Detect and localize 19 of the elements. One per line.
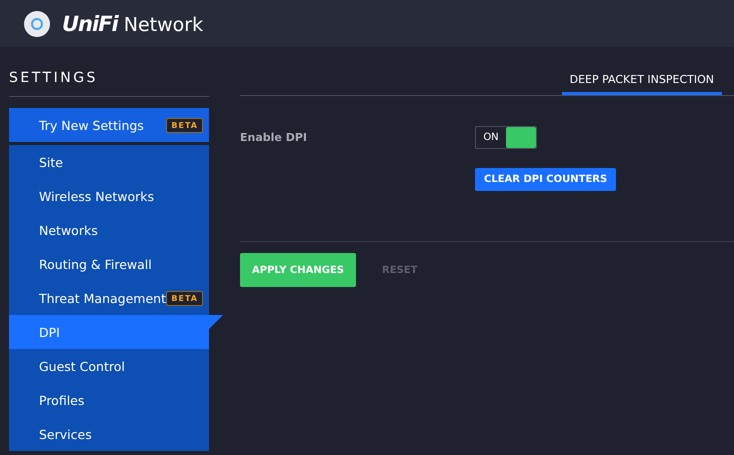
sidebar-item[interactable]: Threat Management BETA [9, 281, 209, 315]
sidebar-item[interactable]: Try New Settings BETA [9, 108, 209, 142]
sidebar-item[interactable]: Guest Control [9, 349, 209, 383]
selection-pointer [209, 315, 223, 329]
sidebar-item[interactable]: Routing & Firewall [9, 247, 209, 281]
toggle-switch[interactable]: ON [475, 126, 537, 149]
beta-badge: BETA [166, 118, 203, 132]
beta-badge: BETA [166, 290, 203, 306]
brand-name: UniFi Network [62, 12, 204, 36]
tab[interactable]: DEEP PACKET INSPECTION [562, 73, 722, 95]
clear-counters-button[interactable]: CLEAR DPI COUNTERS [475, 168, 616, 191]
sidebar-item[interactable]: Networks [9, 213, 209, 247]
logo-icon [24, 10, 50, 36]
sidebar-title: SETTINGS [9, 69, 99, 88]
sidebar-item[interactable]: Wireless Networks [9, 179, 209, 213]
sidebar-item[interactable]: Profiles [9, 383, 209, 417]
sidebar-item[interactable]: Services [9, 417, 209, 451]
sidebar-item[interactable]: Site [9, 145, 209, 179]
field-label: Enable DPI [240, 130, 308, 146]
